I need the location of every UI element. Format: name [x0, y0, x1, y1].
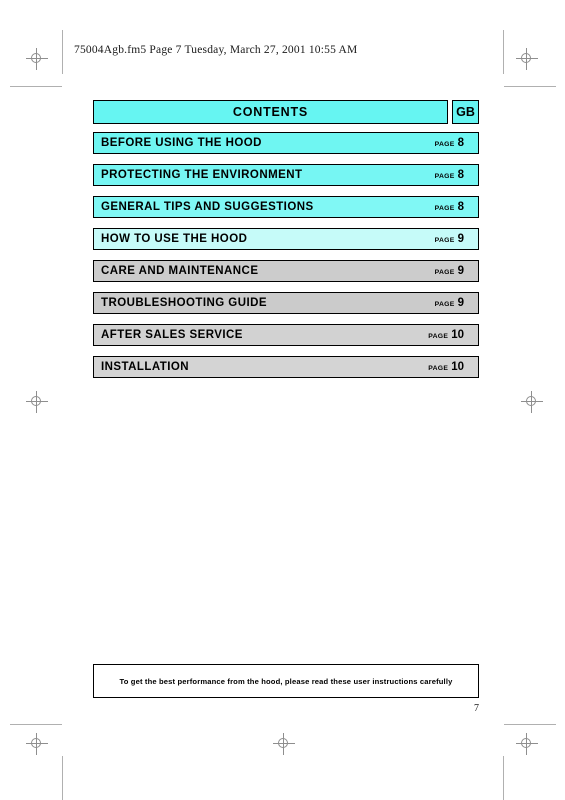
crop-mark-top-left-horizontal	[10, 86, 62, 87]
page-title: CONTENTS	[232, 105, 309, 119]
contents-entry-page-word: PAGE	[434, 141, 455, 148]
contents-entry-page-number: 8	[457, 169, 464, 181]
registration-mark-top-right	[516, 48, 538, 70]
page-folio-number: 7	[474, 703, 479, 714]
contents-entry-page-word: PAGE	[428, 333, 449, 340]
table-of-contents: CONTENTS GB BEFORE USING THE HOOD PAGE 8 PR…	[93, 100, 479, 388]
crop-mark-bottom-right-vertical	[503, 756, 504, 800]
contents-entry-row[interactable]: HOW TO USE THE HOOD PAGE 9	[93, 228, 479, 250]
contents-entry-label: AFTER SALES SERVICE	[101, 329, 243, 341]
contents-entry-label: INSTALLATION	[101, 361, 190, 373]
contents-entry-page-number: 9	[457, 297, 464, 309]
contents-entry-label: HOW TO USE THE HOOD	[101, 233, 248, 245]
registration-mark-top-left	[26, 48, 48, 70]
contents-entry-page-reference: PAGE 8	[435, 201, 464, 213]
contents-entry-row[interactable]: AFTER SALES SERVICE PAGE 10	[93, 324, 479, 346]
contents-entry-page-number: 10	[451, 329, 464, 341]
contents-entry-label: TROUBLESHOOTING GUIDE	[101, 297, 267, 309]
contents-entry-page-reference: PAGE 8	[435, 169, 464, 181]
contents-title-bar: CONTENTS	[93, 100, 448, 124]
contents-entry-row[interactable]: CARE AND MAINTENANCE PAGE 9	[93, 260, 479, 282]
contents-entry-page-reference: PAGE 10	[428, 361, 464, 373]
contents-entry-page-word: PAGE	[434, 237, 455, 244]
registration-mark-bottom-left	[26, 733, 48, 755]
contents-entry-page-reference: PAGE 9	[435, 297, 464, 309]
contents-entry-label: CARE AND MAINTENANCE	[101, 265, 259, 277]
contents-entry-page-word: PAGE	[434, 173, 455, 180]
contents-entry-label: BEFORE USING THE HOOD	[101, 137, 262, 149]
contents-entry-page-number: 8	[457, 137, 464, 149]
language-code-badge: GB	[452, 100, 479, 124]
contents-entry-page-number: 9	[457, 265, 464, 277]
user-instructions-note-text: To get the best performance from the hoo…	[119, 676, 453, 686]
crop-mark-bottom-right-horizontal	[504, 724, 556, 725]
contents-entry-page-word: PAGE	[434, 269, 455, 276]
contents-entry-label: PROTECTING THE ENVIRONMENT	[101, 169, 303, 181]
contents-entry-page-number: 9	[457, 233, 464, 245]
contents-entry-page-number: 10	[451, 361, 464, 373]
printed-page-sheet: 75004Agb.fm5 Page 7 Tuesday, March 27, 2…	[0, 0, 565, 800]
contents-entry-row[interactable]: PROTECTING THE ENVIRONMENT PAGE 8	[93, 164, 479, 186]
registration-mark-middle-right	[521, 391, 543, 413]
contents-entry-page-word: PAGE	[428, 365, 449, 372]
user-instructions-note-box: To get the best performance from the hoo…	[93, 664, 479, 698]
document-header-line: 75004Agb.fm5 Page 7 Tuesday, March 27, 2…	[74, 44, 358, 56]
crop-mark-top-right-horizontal	[504, 86, 556, 87]
contents-entry-list: BEFORE USING THE HOOD PAGE 8 PROTECTING THE…	[93, 132, 479, 378]
registration-mark-bottom-center	[273, 733, 295, 755]
contents-entry-page-reference: PAGE 9	[435, 265, 464, 277]
contents-entry-page-number: 8	[457, 201, 464, 213]
registration-mark-bottom-right	[516, 733, 538, 755]
contents-entry-page-word: PAGE	[434, 205, 455, 212]
crop-mark-bottom-left-vertical	[62, 756, 63, 800]
crop-mark-bottom-left-horizontal	[10, 724, 62, 725]
contents-entry-page-reference: PAGE 8	[435, 137, 464, 149]
contents-entry-label: GENERAL TIPS AND SUGGESTIONS	[101, 201, 314, 213]
contents-entry-page-reference: PAGE 10	[428, 329, 464, 341]
registration-mark-middle-left	[26, 391, 48, 413]
contents-entry-row[interactable]: GENERAL TIPS AND SUGGESTIONS PAGE 8	[93, 196, 479, 218]
contents-entry-page-word: PAGE	[434, 301, 455, 308]
crop-mark-top-right-vertical	[503, 30, 504, 74]
contents-entry-row[interactable]: INSTALLATION PAGE 10	[93, 356, 479, 378]
contents-entry-page-reference: PAGE 9	[435, 233, 464, 245]
crop-mark-top-left-vertical	[62, 30, 63, 74]
contents-heading-row: CONTENTS GB	[93, 100, 479, 124]
contents-entry-row[interactable]: BEFORE USING THE HOOD PAGE 8	[93, 132, 479, 154]
contents-entry-row[interactable]: TROUBLESHOOTING GUIDE PAGE 9	[93, 292, 479, 314]
